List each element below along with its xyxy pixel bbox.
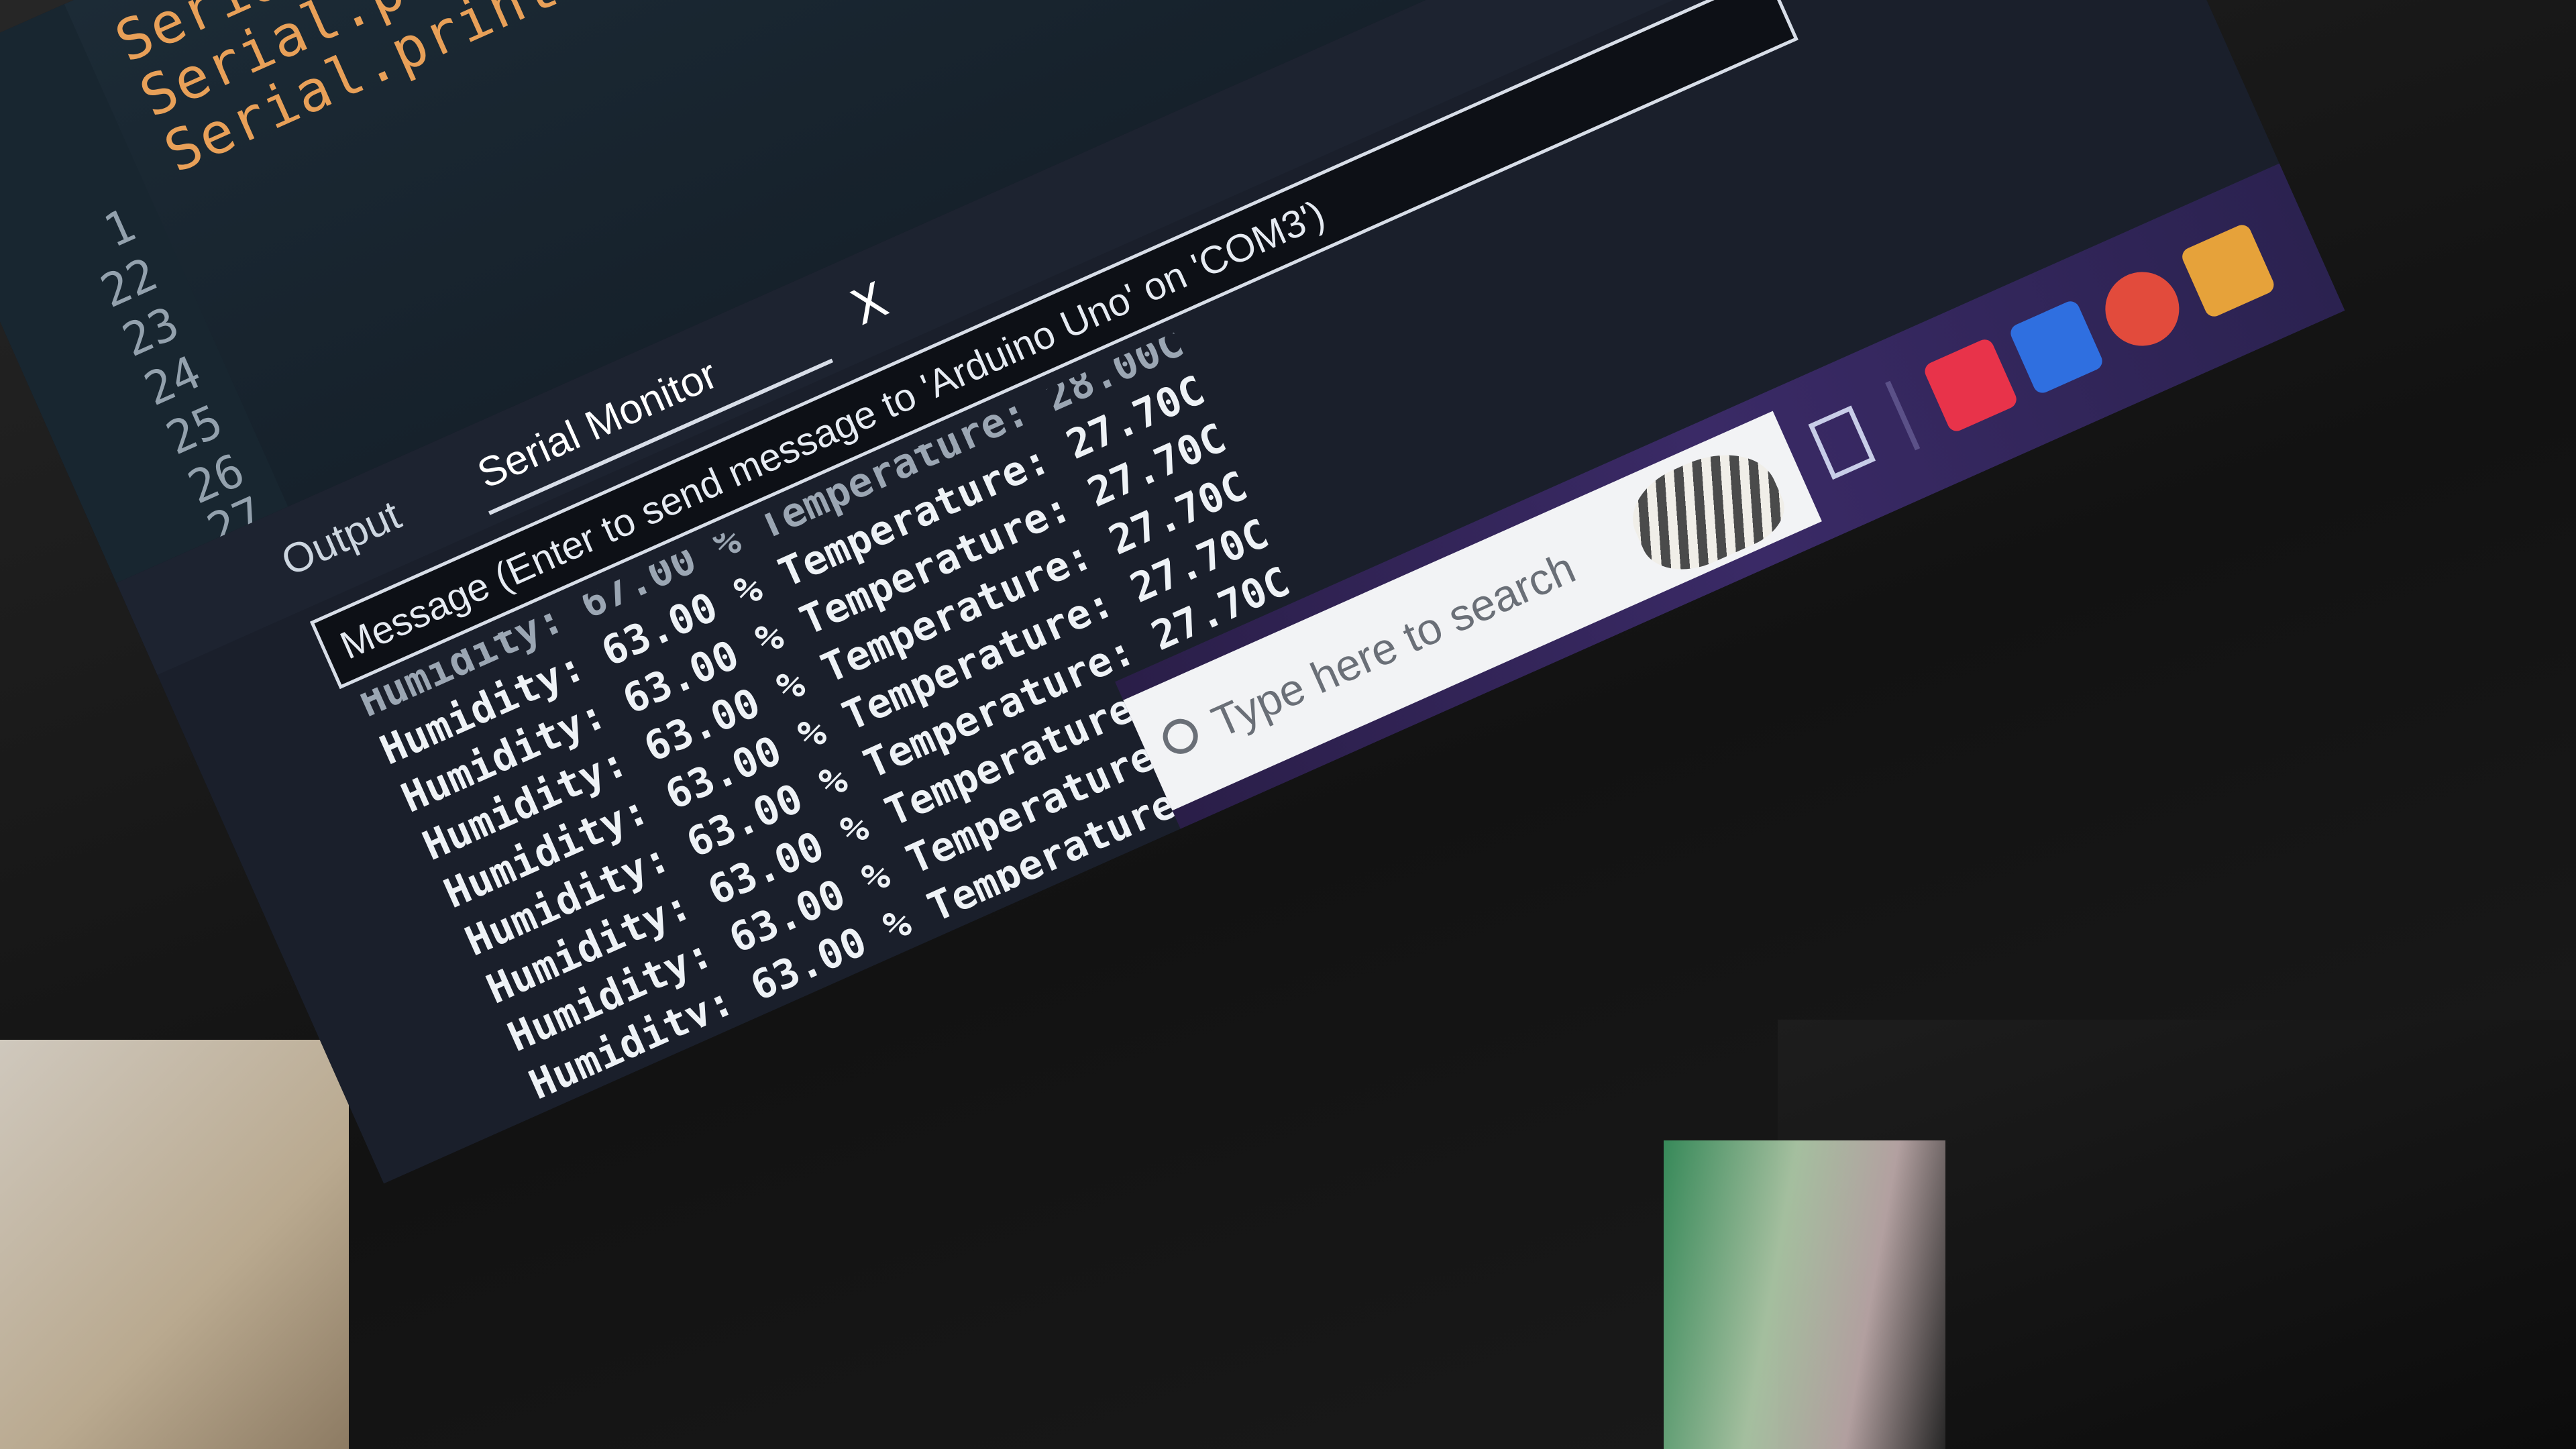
close-icon[interactable]: X bbox=[843, 271, 896, 336]
folder-icon[interactable] bbox=[2179, 221, 2277, 320]
search-highlight-image bbox=[1619, 434, 1795, 586]
chrome-icon[interactable] bbox=[2093, 260, 2192, 358]
tab-output[interactable]: Output bbox=[274, 491, 408, 586]
taskbar-divider bbox=[1885, 380, 1921, 451]
task-view-icon[interactable] bbox=[1808, 405, 1876, 480]
desk-surface bbox=[0, 1040, 349, 1449]
red-app-icon[interactable] bbox=[1921, 336, 2020, 434]
search-icon bbox=[1157, 713, 1203, 760]
dropbox-icon[interactable] bbox=[2007, 298, 2106, 396]
stand-reflection bbox=[1664, 1140, 1945, 1449]
